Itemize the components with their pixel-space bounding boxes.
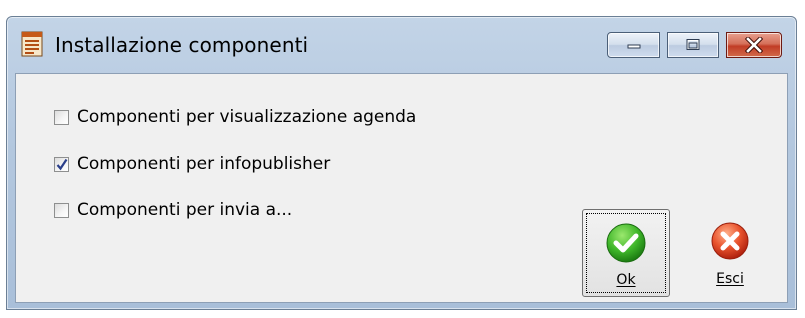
- option-invia[interactable]: Componenti per invia a...: [54, 198, 292, 222]
- minimize-button[interactable]: [607, 32, 660, 58]
- close-icon: [745, 37, 763, 53]
- checkbox-agenda[interactable]: [54, 109, 69, 125]
- checkbox-invia[interactable]: [54, 202, 69, 218]
- option-infopublisher[interactable]: Componenti per infopublisher: [54, 152, 330, 176]
- close-button[interactable]: [726, 32, 782, 58]
- option-invia-label: Componenti per invia a...: [77, 200, 293, 220]
- maximize-icon: [686, 39, 700, 50]
- document-icon[interactable]: [21, 31, 43, 57]
- option-infopublisher-label: Componenti per infopublisher: [77, 154, 331, 174]
- title-bar[interactable]: Installazione componenti: [7, 17, 796, 73]
- dialog-window: Installazione componenti Componenti per …: [6, 16, 797, 310]
- checkbox-infopublisher[interactable]: [54, 156, 69, 172]
- option-agenda[interactable]: Componenti per visualizzazione agenda: [54, 105, 416, 129]
- dialog-body: Componenti per visualizzazione agenda Co…: [15, 73, 788, 303]
- esci-button-label: Esci: [716, 271, 744, 287]
- ok-button[interactable]: Ok: [582, 209, 670, 297]
- checkmark-icon: [56, 158, 68, 170]
- esci-button[interactable]: Esci: [686, 209, 774, 297]
- option-agenda-label: Componenti per visualizzazione agenda: [77, 107, 417, 127]
- x-circle-icon: [711, 222, 749, 260]
- maximize-button[interactable]: [667, 32, 719, 58]
- check-circle-icon: [606, 223, 646, 263]
- ok-button-label: Ok: [616, 272, 636, 288]
- window-title: Installazione componenti: [55, 33, 309, 57]
- minimize-icon: [627, 44, 640, 49]
